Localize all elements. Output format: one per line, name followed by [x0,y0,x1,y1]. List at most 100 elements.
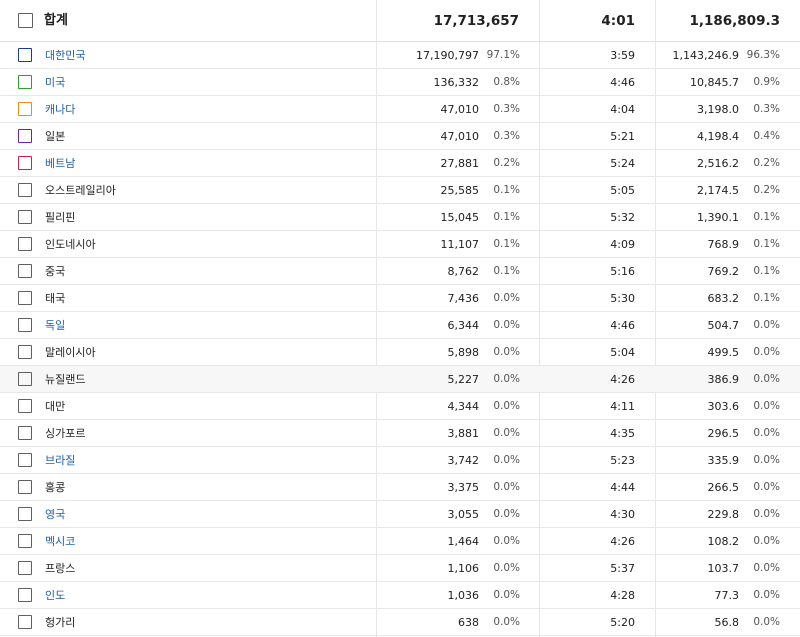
table-row[interactable]: 인도네시아 11,107 0.1% 4:09 768.9 0.1% [0,231,800,258]
row-checkbox[interactable] [18,318,32,332]
views-value: 47,010 [440,103,480,116]
views-percent: 0.0% [493,562,520,574]
table-row[interactable]: 싱가포르 3,881 0.0% 4:35 296.5 0.0% [0,420,800,447]
watch-time-value: 768.9 [707,238,740,251]
watch-time-value: 108.2 [707,535,740,548]
country-name[interactable]: 캐나다 [45,96,75,123]
table-row[interactable]: 뉴질랜드 5,227 0.0% 4:26 386.9 0.0% [0,366,800,393]
table-row[interactable]: 미국 136,332 0.8% 4:46 10,845.7 0.9% [0,69,800,96]
views-value: 7,436 [447,292,480,305]
row-checkbox[interactable] [18,102,32,116]
views-percent: 0.0% [493,616,520,628]
country-name[interactable]: 인도 [45,582,65,609]
country-name[interactable]: 멕시코 [45,528,75,555]
views-percent: 0.3% [493,130,520,142]
country-name[interactable]: 영국 [45,501,65,528]
table-row[interactable]: 프랑스 1,106 0.0% 5:37 103.7 0.0% [0,555,800,582]
table-row[interactable]: 인도 1,036 0.0% 4:28 77.3 0.0% [0,582,800,609]
watch-time-value: 266.5 [707,481,740,494]
geography-table: 합계 17,713,657 4:01 1,186,809.3 대한민국 17,19… [0,0,800,637]
country-name[interactable]: 대한민국 [45,42,85,69]
row-checkbox[interactable] [18,264,32,278]
table-row[interactable]: 말레이시아 5,898 0.0% 5:04 499.5 0.0% [0,339,800,366]
row-checkbox[interactable] [18,615,32,629]
views-percent: 97.1% [486,49,520,61]
row-checkbox[interactable] [18,507,32,521]
watch-time-percent: 0.0% [753,562,780,574]
watch-time-percent: 0.3% [753,103,780,115]
views-percent: 0.0% [493,535,520,547]
country-name: 말레이시아 [45,346,96,359]
views-percent: 0.0% [493,427,520,439]
total-label: 합계 [44,13,68,28]
table-row[interactable]: 대한민국 17,190,797 97.1% 3:59 1,143,246.9 96.3% [0,42,800,69]
views-percent: 0.0% [493,508,520,520]
row-checkbox[interactable] [18,345,32,359]
watch-time-value: 56.8 [714,616,740,629]
row-checkbox[interactable] [18,48,32,62]
select-all-checkbox[interactable] [18,13,33,28]
watch-time-value: 2,516.2 [697,157,739,170]
views-value: 5,227 [447,373,480,386]
watch-time-percent: 0.0% [753,454,780,466]
row-checkbox[interactable] [18,561,32,575]
views-value: 27,881 [440,157,480,170]
avg-duration-value: 4:26 [610,535,635,548]
watch-time-percent: 96.3% [746,49,780,61]
watch-time-value: 1,390.1 [697,211,739,224]
row-checkbox[interactable] [18,291,32,305]
row-checkbox[interactable] [18,534,32,548]
country-name[interactable]: 브라질 [45,447,75,474]
row-checkbox[interactable] [18,399,32,413]
table-row[interactable]: 대만 4,344 0.0% 4:11 303.6 0.0% [0,393,800,420]
table-row[interactable]: 브라질 3,742 0.0% 5:23 335.9 0.0% [0,447,800,474]
country-name: 태국 [45,292,66,305]
table-row[interactable]: 오스트레일리아 25,585 0.1% 5:05 2,174.5 0.2% [0,177,800,204]
row-checkbox[interactable] [18,480,32,494]
table-row[interactable]: 중국 8,762 0.1% 5:16 769.2 0.1% [0,258,800,285]
country-name[interactable]: 독일 [45,312,65,339]
table-row[interactable]: 태국 7,436 0.0% 5:30 683.2 0.1% [0,285,800,312]
country-name[interactable]: 베트남 [45,150,75,177]
table-row[interactable]: 베트남 27,881 0.2% 5:24 2,516.2 0.2% [0,150,800,177]
views-value: 1,106 [447,562,480,575]
table-row[interactable]: 일본 47,010 0.3% 5:21 4,198.4 0.4% [0,123,800,150]
table-row[interactable]: 캐나다 47,010 0.3% 4:04 3,198.0 0.3% [0,96,800,123]
watch-time-percent: 0.2% [753,184,780,196]
row-checkbox[interactable] [18,129,32,143]
row-checkbox[interactable] [18,453,32,467]
row-checkbox[interactable] [18,372,32,386]
watch-time-percent: 0.1% [753,238,780,250]
row-checkbox[interactable] [18,75,32,89]
total-watch-time: 1,186,809.3 [689,13,780,29]
table-row[interactable]: 멕시코 1,464 0.0% 4:26 108.2 0.0% [0,528,800,555]
watch-time-value: 10,845.7 [690,76,739,89]
avg-duration-value: 4:35 [610,427,635,440]
watch-time-value: 229.8 [707,508,740,521]
views-value: 3,375 [447,481,480,494]
row-checkbox[interactable] [18,156,32,170]
row-checkbox[interactable] [18,183,32,197]
row-checkbox[interactable] [18,237,32,251]
row-checkbox[interactable] [18,210,32,224]
total-row: 합계 17,713,657 4:01 1,186,809.3 [0,0,800,42]
table-row[interactable]: 헝가리 638 0.0% 5:20 56.8 0.0% [0,609,800,636]
table-row[interactable]: 홍콩 3,375 0.0% 4:44 266.5 0.0% [0,474,800,501]
avg-duration-value: 4:11 [610,400,635,413]
row-checkbox[interactable] [18,426,32,440]
watch-time-percent: 0.0% [753,319,780,331]
country-name: 홍콩 [45,481,66,494]
avg-duration-value: 5:23 [610,454,635,467]
table-row[interactable]: 필리핀 15,045 0.1% 5:32 1,390.1 0.1% [0,204,800,231]
total-views: 17,713,657 [433,13,519,29]
views-percent: 0.0% [493,373,520,385]
views-percent: 0.0% [493,454,520,466]
watch-time-value: 103.7 [707,562,740,575]
country-name: 중국 [45,265,66,278]
country-name[interactable]: 미국 [45,69,65,96]
row-checkbox[interactable] [18,588,32,602]
watch-time-percent: 0.0% [753,616,780,628]
table-row[interactable]: 영국 3,055 0.0% 4:30 229.8 0.0% [0,501,800,528]
watch-time-percent: 0.1% [753,292,780,304]
table-row[interactable]: 독일 6,344 0.0% 4:46 504.7 0.0% [0,312,800,339]
